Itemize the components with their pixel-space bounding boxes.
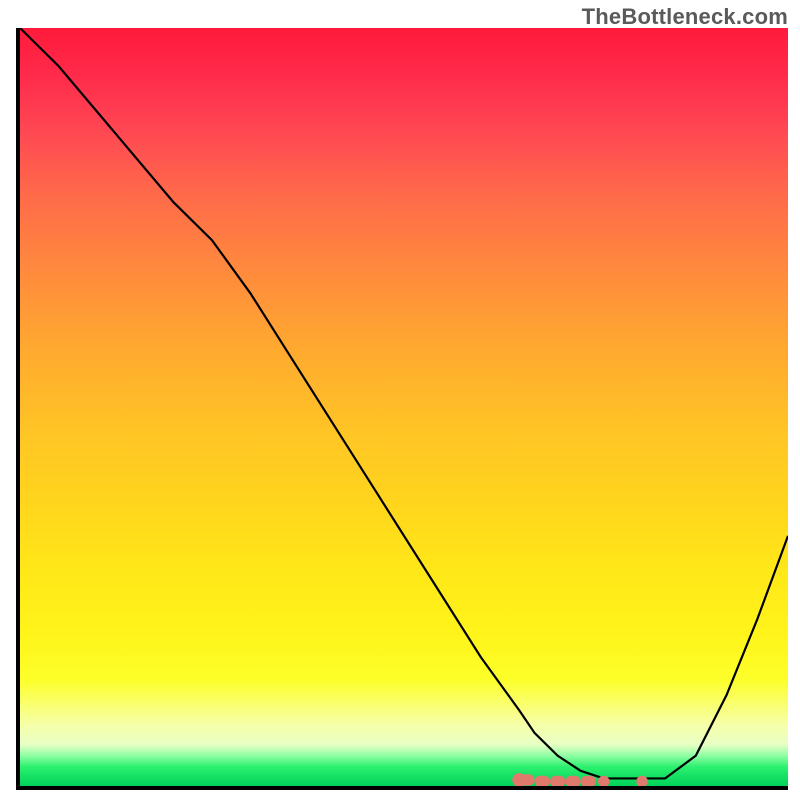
overlay-svg [20, 28, 788, 786]
markers [512, 773, 648, 786]
figure: TheBottleneck.com [0, 0, 800, 800]
marker-bar [535, 776, 550, 786]
marker-bar [581, 776, 596, 786]
marker-dot [636, 776, 648, 786]
bottleneck-curve [20, 28, 788, 778]
marker-bar [565, 776, 580, 786]
marker-bar [550, 776, 565, 786]
plot-area [16, 28, 788, 790]
watermark-text: TheBottleneck.com [582, 4, 788, 30]
